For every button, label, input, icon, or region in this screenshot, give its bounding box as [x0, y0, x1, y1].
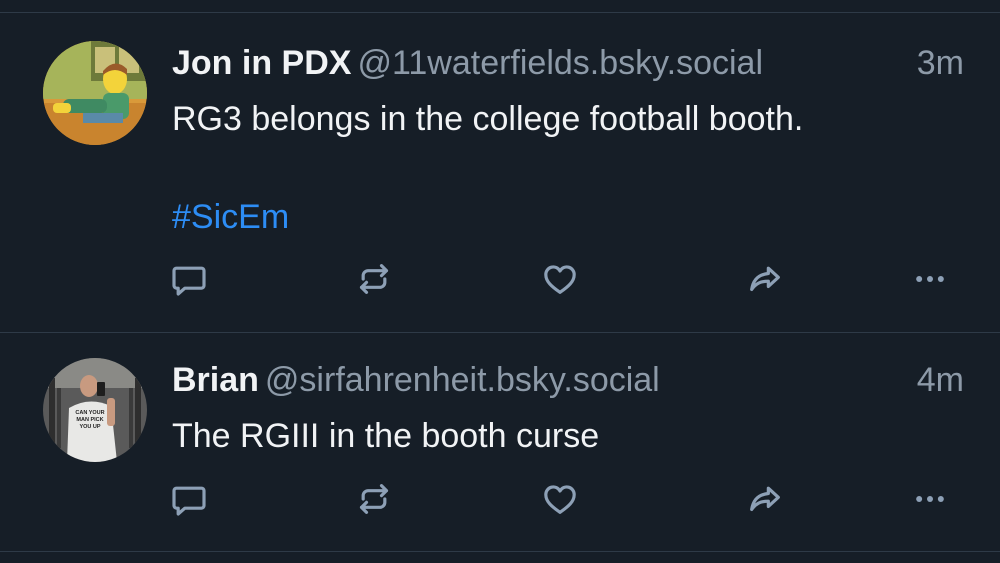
more-icon	[916, 276, 944, 282]
svg-text:MAN PICK: MAN PICK	[76, 417, 103, 423]
hashtag-link[interactable]: #SicEm	[172, 195, 289, 239]
repost-button[interactable]	[352, 257, 396, 301]
divider	[0, 551, 1000, 552]
reply-icon	[172, 266, 206, 296]
user-handle[interactable]: @11waterfields.bsky.social	[357, 44, 763, 82]
post-text: The RGIII in the booth curse	[172, 417, 600, 455]
repost-icon	[359, 264, 389, 294]
svg-text:CAN YOUR: CAN YOUR	[75, 410, 104, 416]
post-timestamp[interactable]: 3m	[917, 41, 964, 85]
post-feed: Jon in PDX @11waterfields.bsky.social 3m …	[0, 0, 1000, 563]
like-icon	[544, 485, 576, 514]
user-handle[interactable]: @sirfahrenheit.bsky.social	[265, 361, 660, 399]
reply-button[interactable]	[167, 257, 211, 301]
more-button[interactable]	[908, 257, 952, 301]
post-item[interactable]: Jon in PDX @11waterfields.bsky.social 3m …	[0, 13, 1000, 332]
reply-button[interactable]	[167, 477, 211, 521]
share-icon	[750, 266, 780, 292]
post-timestamp[interactable]: 4m	[917, 358, 964, 402]
display-name[interactable]: Brian	[172, 361, 259, 399]
like-icon	[544, 265, 576, 294]
share-button[interactable]	[743, 477, 787, 521]
gym-selfie-avatar: CAN YOUR MAN PICK YOU UP	[43, 358, 147, 462]
repost-icon	[359, 484, 389, 514]
share-icon	[750, 486, 780, 512]
like-button[interactable]	[538, 477, 582, 521]
post-header: Brian @sirfahrenheit.bsky.social 4m	[172, 358, 964, 402]
post-actions	[0, 257, 1000, 301]
post-text: RG3 belongs in the college football boot…	[172, 100, 804, 138]
reply-icon	[172, 486, 206, 516]
like-button[interactable]	[538, 257, 582, 301]
cartoon-character-avatar	[43, 41, 147, 145]
post-actions	[0, 477, 1000, 521]
display-name[interactable]: Jon in PDX	[172, 44, 351, 82]
post-item[interactable]: CAN YOUR MAN PICK YOU UP Brian @sirfahren…	[0, 333, 1000, 551]
more-icon	[916, 496, 944, 502]
avatar[interactable]: CAN YOUR MAN PICK YOU UP	[43, 358, 147, 462]
share-button[interactable]	[743, 257, 787, 301]
post-header: Jon in PDX @11waterfields.bsky.social 3m	[172, 41, 964, 85]
more-button[interactable]	[908, 477, 952, 521]
avatar[interactable]	[43, 41, 147, 145]
repost-button[interactable]	[352, 477, 396, 521]
svg-text:YOU UP: YOU UP	[79, 424, 100, 430]
